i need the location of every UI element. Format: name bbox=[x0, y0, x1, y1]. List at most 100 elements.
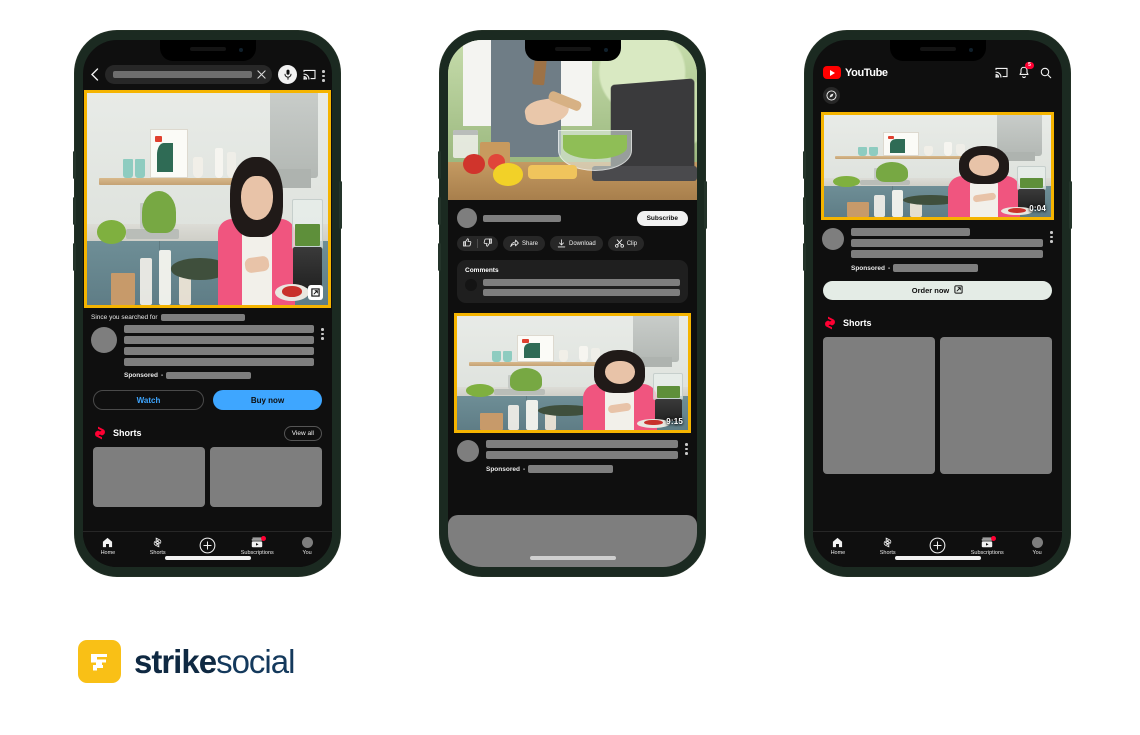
cast-icon[interactable] bbox=[303, 69, 316, 80]
nav-item-shorts[interactable]: Shorts bbox=[863, 537, 913, 556]
channel-avatar[interactable] bbox=[457, 208, 477, 228]
shorts-header-1: Shorts View all bbox=[83, 410, 332, 447]
nav-item-create[interactable] bbox=[913, 537, 963, 554]
sponsored-row: Sponsored - bbox=[851, 264, 1043, 272]
thumbs-down-icon[interactable] bbox=[483, 238, 492, 249]
notifications-bell-icon[interactable]: 5 bbox=[1018, 62, 1034, 79]
ad-title-line bbox=[124, 358, 314, 366]
commenter-avatar bbox=[465, 279, 477, 291]
shorts-tiles-3 bbox=[813, 337, 1062, 474]
more-vertical-icon[interactable] bbox=[1050, 228, 1053, 243]
brand-name-light: social bbox=[216, 643, 295, 680]
home-indicator bbox=[894, 556, 981, 560]
watch-button[interactable]: Watch bbox=[93, 390, 204, 410]
ad-title-line bbox=[124, 336, 314, 344]
since-you-searched-label: Since you searched for bbox=[91, 314, 158, 321]
notification-count-badge: 5 bbox=[1025, 62, 1034, 69]
nav-item-you[interactable]: You bbox=[282, 537, 332, 556]
shorts-tile[interactable] bbox=[93, 447, 205, 507]
advertiser-name-placeholder bbox=[528, 465, 614, 473]
notification-dot bbox=[991, 536, 997, 541]
nav-label: Home bbox=[830, 550, 846, 556]
phone3-notch bbox=[889, 40, 986, 61]
nav-item-home[interactable]: Home bbox=[83, 537, 133, 556]
order-now-button[interactable]: Order now bbox=[823, 281, 1052, 300]
thumbs-up-icon[interactable] bbox=[463, 238, 472, 249]
shorts-title: Shorts bbox=[113, 428, 142, 438]
speaker-grille bbox=[189, 47, 226, 51]
search-icon[interactable] bbox=[1040, 67, 1052, 79]
download-label: Download bbox=[569, 240, 596, 247]
since-you-searched-row: Since you searched for bbox=[83, 308, 332, 325]
subscribe-button[interactable]: Subscribe bbox=[636, 210, 688, 226]
sponsored-separator: - bbox=[887, 264, 891, 272]
video-duration-badge: 0:04 bbox=[1029, 204, 1046, 213]
advertiser-name-placeholder bbox=[893, 264, 979, 272]
more-vertical-icon[interactable] bbox=[321, 325, 324, 340]
nav-item-create[interactable] bbox=[183, 537, 233, 554]
nav-item-home[interactable]: Home bbox=[813, 537, 863, 556]
nav-label: You bbox=[1032, 550, 1042, 556]
nav-item-you[interactable]: You bbox=[1012, 537, 1062, 556]
comments-title: Comments bbox=[465, 267, 499, 274]
bottom-nav-3: Home Shorts Subscriptions You bbox=[813, 531, 1062, 567]
nav-label: Shorts bbox=[149, 550, 166, 556]
nav-item-subscriptions[interactable]: Subscriptions bbox=[232, 536, 282, 556]
clip-button[interactable]: Clip bbox=[607, 236, 645, 251]
ad-video-thumbnail-2[interactable]: 9:15 bbox=[454, 313, 691, 433]
advertiser-avatar bbox=[822, 228, 844, 250]
shorts-tile[interactable] bbox=[940, 337, 1052, 474]
video-player[interactable] bbox=[448, 40, 697, 200]
brand-wordmark: strikesocial bbox=[134, 643, 295, 680]
ad-cta-row: Watch Buy now bbox=[83, 379, 332, 410]
more-vertical-icon[interactable] bbox=[685, 440, 688, 455]
speaker-grille bbox=[554, 47, 591, 51]
back-chevron-icon[interactable] bbox=[90, 68, 99, 81]
like-dislike-group[interactable] bbox=[457, 236, 498, 251]
nav-label: Shorts bbox=[879, 550, 896, 556]
comment-row bbox=[465, 279, 680, 296]
shorts-icon bbox=[93, 425, 107, 441]
search-input[interactable] bbox=[105, 65, 272, 84]
view-all-button[interactable]: View all bbox=[283, 425, 322, 441]
youtube-play-icon bbox=[823, 66, 841, 79]
ad-title-line bbox=[851, 250, 1043, 258]
ad-video-thumbnail-1[interactable] bbox=[84, 90, 331, 308]
nav-item-subscriptions[interactable]: Subscriptions bbox=[962, 536, 1012, 556]
more-vertical-icon[interactable] bbox=[322, 67, 325, 82]
search-term-placeholder bbox=[161, 314, 246, 321]
ad-text-placeholders: Sponsored - bbox=[124, 325, 314, 379]
home-indicator bbox=[529, 556, 616, 560]
ad-text-placeholders: Sponsored - bbox=[851, 228, 1043, 272]
download-button[interactable]: Download bbox=[550, 236, 603, 251]
phone-mockup-3: YouTube 5 0:04 Sponsored - Order now Sho… bbox=[803, 31, 1072, 576]
shorts-title: Shorts bbox=[843, 318, 872, 328]
ad-info-row-3: Sponsored - bbox=[813, 220, 1062, 272]
shorts-tile[interactable] bbox=[210, 447, 322, 507]
advertiser-avatar bbox=[457, 440, 479, 462]
close-icon[interactable] bbox=[257, 66, 266, 84]
brand-name-bold: strike bbox=[134, 643, 217, 680]
channel-name-placeholder bbox=[483, 214, 561, 222]
phone2-screen: Subscribe Share Download Clip Comments 9… bbox=[448, 40, 697, 567]
expand-icon[interactable] bbox=[308, 285, 323, 300]
strike-social-logo: strikesocial bbox=[78, 640, 295, 683]
phone2-notch bbox=[524, 40, 621, 61]
comments-card[interactable]: Comments bbox=[457, 260, 688, 303]
kitchen-photo bbox=[457, 316, 688, 430]
ad-video-thumbnail-3[interactable]: 0:04 bbox=[821, 112, 1054, 220]
cast-icon[interactable] bbox=[995, 67, 1008, 78]
compass-icon[interactable] bbox=[823, 87, 840, 104]
phone-mockup-2: Subscribe Share Download Clip Comments 9… bbox=[438, 31, 707, 576]
nav-item-shorts[interactable]: Shorts bbox=[133, 537, 183, 556]
advertiser-name-placeholder bbox=[166, 372, 252, 379]
divider bbox=[477, 239, 478, 248]
share-button[interactable]: Share bbox=[503, 236, 546, 251]
microphone-icon[interactable] bbox=[278, 65, 297, 84]
buy-now-button[interactable]: Buy now bbox=[213, 390, 322, 410]
salad-photo bbox=[448, 40, 697, 200]
shorts-tile[interactable] bbox=[823, 337, 935, 474]
youtube-logo[interactable]: YouTube bbox=[823, 66, 985, 79]
strike-s-glyph bbox=[90, 653, 107, 670]
shorts-icon bbox=[823, 315, 837, 331]
